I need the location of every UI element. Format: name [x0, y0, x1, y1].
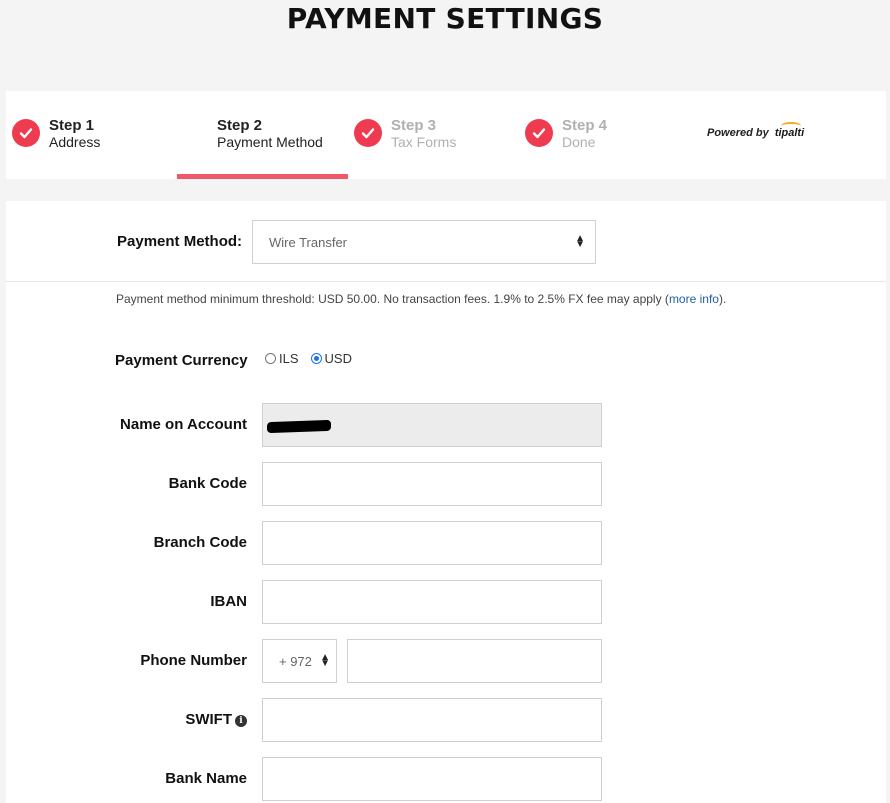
- step-name: Address: [49, 134, 101, 150]
- note-text: Payment method minimum threshold: USD 50…: [116, 292, 669, 306]
- step-number: Step 3: [391, 117, 437, 134]
- radio-ils[interactable]: [265, 353, 276, 364]
- radio-usd-label: USD: [324, 351, 352, 366]
- active-step-indicator: [177, 174, 348, 179]
- step-name: Payment Method: [217, 134, 323, 150]
- step-name: Done: [562, 134, 596, 150]
- redacted-name: [267, 419, 331, 434]
- page-title: PAYMENT SETTINGS: [286, 2, 604, 35]
- payment-method-row: Payment Method: Wire Transfer ▲ ▼: [6, 201, 886, 282]
- payment-method-note: Payment method minimum threshold: USD 50…: [116, 292, 726, 306]
- bank-code-field[interactable]: [262, 462, 602, 506]
- info-icon[interactable]: i: [235, 715, 247, 727]
- payment-method-value: Wire Transfer: [269, 234, 348, 250]
- country-code-select[interactable]: + 972 ▲ ▼: [262, 639, 337, 683]
- step-number: Step 1: [49, 117, 95, 134]
- branch-code-label: Branch Code: [153, 534, 247, 551]
- iban-field[interactable]: [262, 580, 602, 624]
- select-arrows-icon: ▲ ▼: [320, 652, 330, 669]
- checkmark-icon: [354, 119, 382, 147]
- powered-by-logo: Powered by tipalti: [707, 122, 804, 139]
- phone-number-field[interactable]: [347, 639, 602, 683]
- phone-number-label: Phone Number: [140, 652, 247, 669]
- checkmark-icon: [525, 119, 553, 147]
- select-arrows-icon: ▲ ▼: [575, 233, 585, 250]
- country-code-value: + 972: [279, 653, 312, 669]
- steps-bar: Step 1 Address Step 2 Payment Method Ste…: [6, 91, 886, 179]
- currency-radio-group: ILS USD: [265, 351, 352, 366]
- checkmark-icon: [12, 119, 40, 147]
- payment-currency-label: Payment Currency: [115, 352, 248, 369]
- tipalti-logo: tipalti: [775, 122, 804, 139]
- swift-label-wrap: SWIFT i: [185, 711, 247, 728]
- swift-label: SWIFT: [185, 711, 232, 728]
- name-on-account-field: [262, 403, 602, 447]
- step-number: Step 4: [562, 117, 608, 134]
- name-on-account-label: Name on Account: [120, 416, 247, 433]
- note-suffix: ).: [718, 292, 727, 306]
- step-name: Tax Forms: [391, 134, 457, 150]
- branch-code-field[interactable]: [262, 521, 602, 565]
- bank-code-label: Bank Code: [168, 475, 247, 492]
- more-info-link[interactable]: more info: [669, 292, 719, 306]
- powered-by-text: Powered by: [707, 127, 769, 139]
- payment-method-label: Payment Method:: [117, 233, 243, 250]
- bank-name-field[interactable]: [262, 757, 602, 801]
- radio-ils-label: ILS: [279, 351, 299, 366]
- bank-name-label: Bank Name: [165, 770, 247, 787]
- swift-field[interactable]: [262, 698, 602, 742]
- radio-usd[interactable]: [310, 353, 322, 364]
- iban-label: IBAN: [210, 593, 247, 610]
- step-number: Step 2: [217, 117, 263, 134]
- payment-method-select[interactable]: Wire Transfer ▲ ▼: [252, 220, 596, 264]
- payment-form: Payment Method: Wire Transfer ▲ ▼ Payment…: [6, 201, 886, 803]
